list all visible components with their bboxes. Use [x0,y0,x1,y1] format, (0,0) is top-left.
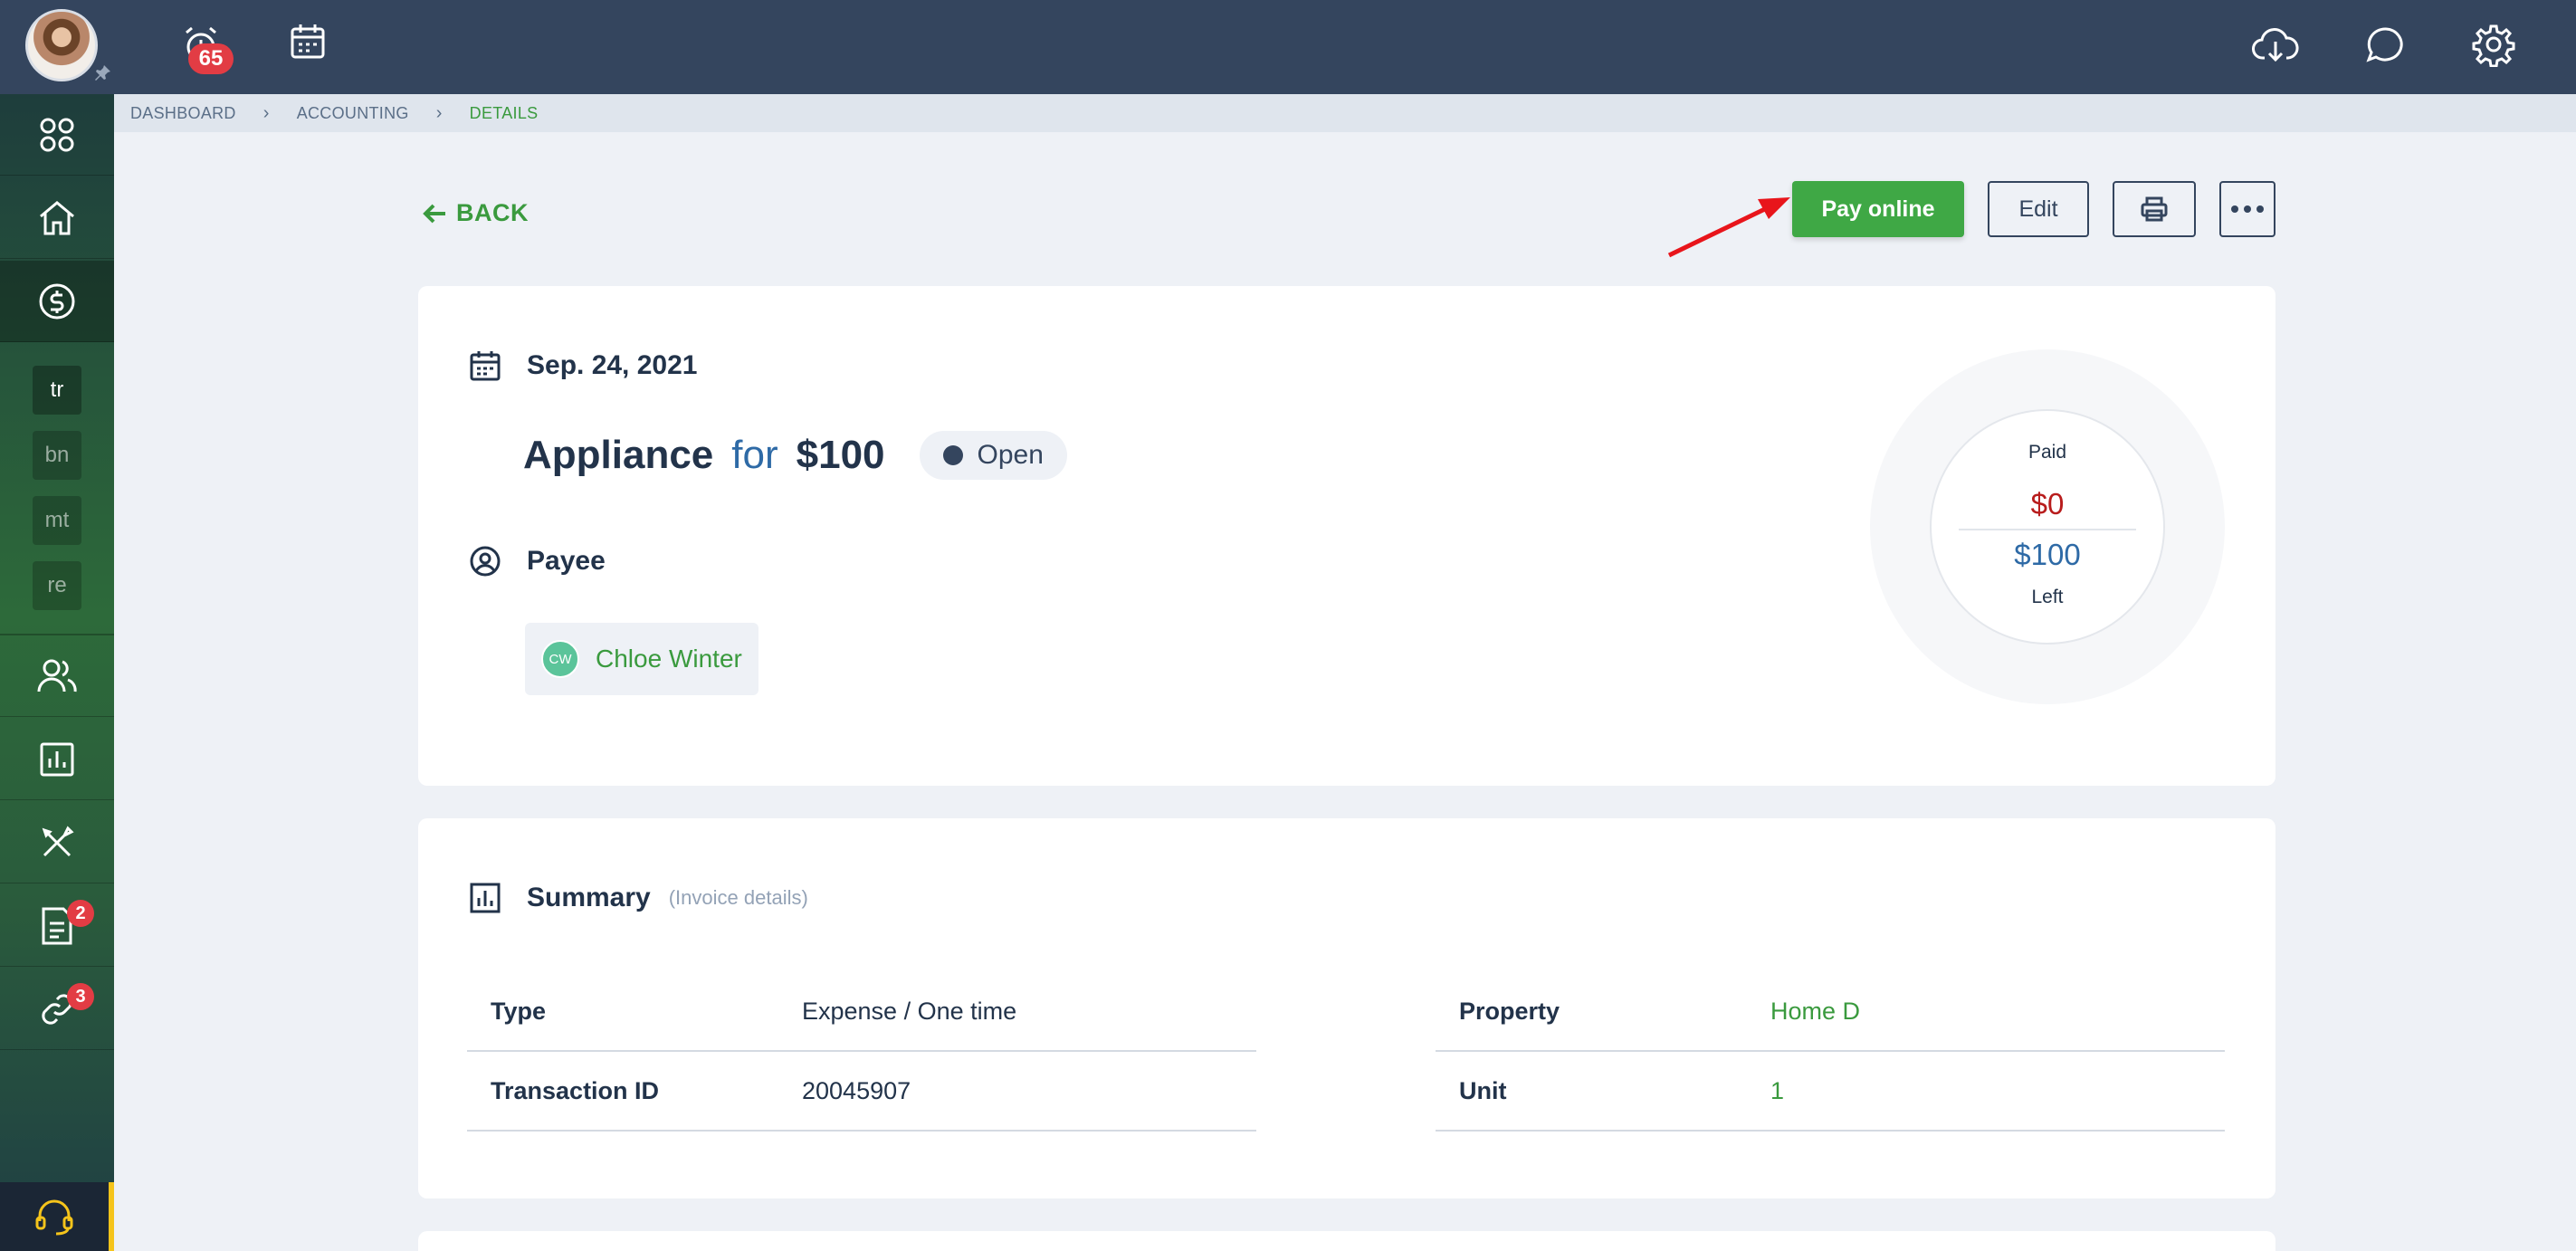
next-card [418,1231,2275,1251]
date-row: Sep. 24, 2021 [469,349,697,382]
sidebar-mini-item[interactable]: tr [33,366,81,415]
dollar-circle-icon [39,283,75,319]
transaction-title: Appliance for $100 Open [523,431,1067,480]
more-options-button[interactable] [2219,181,2275,237]
calendar-icon[interactable] [288,22,328,62]
tools-icon [42,825,74,856]
sidebar-item-apps[interactable] [0,94,114,176]
row-value: 20045907 [802,1076,911,1104]
documents-badge: 2 [67,900,94,927]
links-badge: 3 [67,983,94,1010]
settings-gear-icon[interactable] [2471,22,2516,67]
sidebar-mini-item[interactable]: bn [33,431,81,480]
home-icon [40,200,74,234]
sidebar-mini-item[interactable]: re [33,561,81,610]
left-label: Left [2031,587,2064,607]
sidebar-item-people[interactable] [0,635,114,717]
back-label: BACK [456,199,529,226]
printer-icon [2141,196,2168,222]
breadcrumb-accounting[interactable]: ACCOUNTING [297,104,409,123]
row-key: Transaction ID [491,1076,660,1104]
sidebar: tr bn mt re 2 3 [0,94,114,1251]
status-dot [942,445,963,465]
left-value: $100 [2014,538,2081,571]
transaction-category: Appliance [523,433,714,477]
summary-heading: Summary (Invoice details) [469,882,808,914]
table-row: Unit 1 [1436,1052,2225,1132]
top-bar: 65 [0,0,2576,94]
summary-subtitle: (Invoice details) [668,886,808,909]
sidebar-item-home[interactable] [0,177,114,259]
table-row: Transaction ID 20045907 [467,1052,1256,1132]
pay-online-button[interactable]: Pay online [1792,181,1964,237]
print-button[interactable] [2113,181,2196,237]
property-link[interactable]: Home D [1770,998,1860,1026]
summary-table-right: Property Home D Unit 1 [1436,972,2225,1132]
edit-button[interactable]: Edit [1988,181,2089,237]
unit-link[interactable]: 1 [1770,1077,1784,1105]
payment-donut: Paid $0 $100 Left [1870,349,2225,704]
paid-label: Paid [2027,442,2067,463]
breadcrumb-details: DETAILS [469,103,539,122]
pin-icon[interactable] [92,63,112,83]
summary-card: Summary (Invoice details) Type Expense /… [418,818,2275,1198]
summary-table-left: Type Expense / One time Transaction ID 2… [467,972,1256,1132]
payee-heading: Payee [469,545,606,578]
transaction-card: Sep. 24, 2021 Appliance for $100 Open Pa… [418,286,2275,786]
chevron-right-icon: › [435,102,443,123]
calendar-icon [470,351,501,381]
people-icon [37,659,77,692]
red-arrow-annotation [1667,197,1790,258]
user-circle-icon [470,546,501,577]
arrow-left-icon [423,204,445,223]
headset-icon [35,1199,73,1236]
sidebar-item-reports[interactable] [0,719,114,800]
payee-name: Chloe Winter [596,645,742,673]
ellipsis-icon [2231,205,2264,213]
chat-icon[interactable] [2364,24,2408,67]
row-value: Expense / One time [802,997,1017,1025]
chevron-right-icon: › [262,102,270,123]
summary-title: Summary [527,883,651,912]
row-key: Unit [1459,1076,1507,1104]
payment-donut-center: Paid $0 $100 Left [1930,409,2165,645]
payee-label: Payee [527,546,606,576]
bar-chart-icon [470,883,501,913]
donut-divider [1959,529,2136,530]
row-key: Property [1459,997,1560,1025]
notifications-badge: 65 [188,43,234,74]
status-badge: Open [919,431,1067,480]
sidebar-mini-item[interactable]: mt [33,496,81,545]
paid-value: $0 [2030,487,2065,520]
support-button[interactable] [0,1182,114,1251]
bar-chart-icon [40,742,74,776]
sidebar-item-links[interactable] [0,969,114,1050]
cloud-download-icon[interactable] [2252,24,2299,67]
sidebar-item-accounting[interactable] [0,261,114,342]
payee-avatar: CW [541,640,579,678]
table-row: Property Home D [1436,972,2225,1052]
row-key: Type [491,997,547,1025]
user-avatar[interactable] [25,9,98,81]
payee-chip[interactable]: CW Chloe Winter [525,623,758,695]
for-word: for [731,433,778,477]
transaction-amount: $100 [796,433,885,477]
status-label: Open [977,440,1044,470]
back-link[interactable]: BACK [422,199,529,227]
sidebar-item-maintenance[interactable] [0,802,114,883]
breadcrumb: DASHBOARD › ACCOUNTING › DETAILS [114,94,2576,132]
apps-grid-icon [40,118,74,151]
table-row: Type Expense / One time [467,972,1256,1052]
breadcrumb-dashboard[interactable]: DASHBOARD [130,104,236,123]
transaction-date: Sep. 24, 2021 [527,350,698,380]
sidebar-item-documents[interactable] [0,885,114,967]
